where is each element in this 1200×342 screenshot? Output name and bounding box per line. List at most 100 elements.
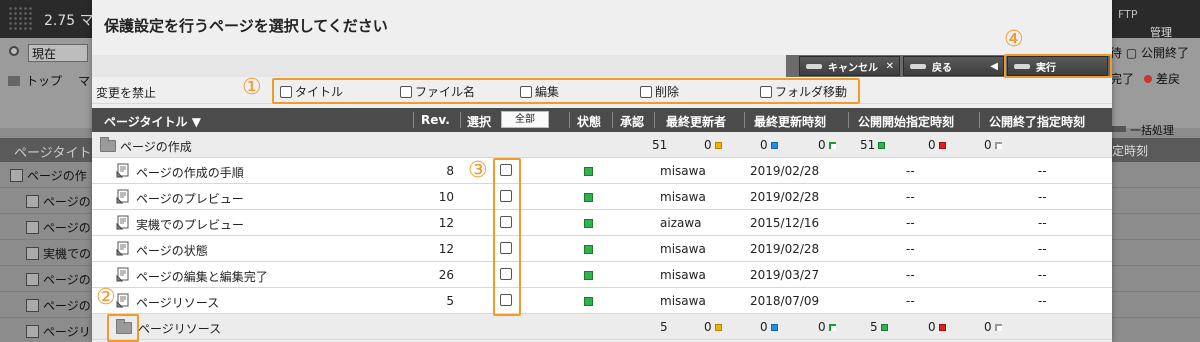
bg-row-label: ページの (26, 271, 91, 288)
bg-column-label: 定時刻 (1112, 144, 1149, 158)
bg-row-text: ページの (43, 273, 91, 287)
annotation-2: ② (96, 285, 116, 310)
button-bar-icon (910, 63, 926, 69)
count-green-corner: 0 (818, 320, 836, 334)
page-pub-start: -- (906, 268, 915, 282)
protection-settings-dialog: 保護設定を行うページを選択してください キャンセル ✕ 戻る ◀ 実行 変更を禁… (92, 0, 1112, 342)
table-row[interactable]: ページリソース 5 misawa 2018/07/09 -- -- (92, 288, 1112, 314)
annotation-box-folder (107, 314, 139, 342)
count-wait: 0 (704, 320, 722, 334)
page-title[interactable]: 実機でのプレビュー (136, 216, 244, 233)
col-rev: Rev. (421, 113, 450, 127)
status-yellow-icon (714, 324, 722, 331)
annotation-3: ③ (468, 158, 488, 183)
bg-row-text: 実機での (43, 247, 92, 261)
bg-right-status-2: 完了 差戻 (1110, 70, 1180, 87)
count-value: 0 (704, 138, 712, 152)
bg-row-text: ページの (43, 195, 91, 209)
page-icon (116, 163, 131, 178)
bg-grid-header-label: ページタイト (14, 146, 92, 161)
page-title[interactable]: ページのプレビュー (136, 190, 244, 207)
folder-name: ページリソース (138, 322, 222, 336)
count-value: 0 (984, 138, 992, 152)
status-green-icon (584, 167, 593, 176)
page-pub-start: -- (906, 242, 915, 256)
status-corner-icon (828, 324, 836, 331)
col-title[interactable]: ページタイトル ▼ (104, 113, 201, 130)
bg-breadcrumb-top: トップ (8, 72, 62, 89)
cancel-button[interactable]: キャンセル ✕ (799, 56, 900, 76)
page-icon (26, 273, 39, 286)
count-value: 0 (818, 138, 826, 152)
annotation-box-select (493, 158, 521, 316)
back-arrow-icon: ◀ (990, 60, 998, 72)
folder-row[interactable]: ページリソース 5 0 0 0 5 0 0 (92, 314, 1112, 340)
page-pub-start: -- (906, 190, 915, 204)
bg-breadcrumb-m: マ (78, 74, 91, 88)
page-updated: 2019/02/28 (750, 242, 820, 256)
select-all-button[interactable]: 全部 (501, 111, 549, 128)
table-row[interactable]: ページの編集と編集完了 26 misawa 2019/03/27 -- -- (92, 262, 1112, 288)
page-title[interactable]: ページリソース (136, 294, 219, 311)
table-header: ページタイトル ▼ Rev. 選択 全部 状態 承認 最終更新者 最終更新時刻 … (92, 108, 1112, 132)
table-row[interactable]: ページの状態 12 misawa 2019/02/28 -- -- (92, 236, 1112, 262)
col-pub-end: 公開終了指定時刻 (989, 115, 1086, 129)
page-icon (26, 247, 39, 260)
count-blue: 0 (760, 320, 778, 334)
bg-row-label: ページの (26, 297, 91, 314)
page-updated: 2019/03/27 (750, 268, 820, 282)
red-dot-icon (1144, 75, 1153, 83)
page-updated: 2018/07/09 (750, 294, 820, 308)
page-icon (26, 325, 39, 338)
page-title[interactable]: ページの状態 (136, 242, 208, 259)
table-row[interactable]: ページのプレビュー 10 misawa 2019/02/28 -- -- (92, 184, 1112, 210)
count-wait: 0 (704, 138, 722, 152)
count-gray: 0 (984, 138, 1002, 152)
page-updated: 2019/02/28 (750, 190, 820, 204)
bg-version: 2.75 マ (44, 13, 94, 29)
col-state: 状態 (577, 115, 602, 129)
page-icon (116, 215, 131, 230)
back-label: 戻る (932, 62, 952, 74)
col-pub-start: 公開開始指定時刻 (858, 115, 955, 129)
table-row[interactable]: 実機でのプレビュー 12 aizawa 2015/12/16 -- -- (92, 210, 1112, 236)
folder-name: ページの作成 (120, 140, 192, 154)
bg-select: 現在 (28, 44, 88, 62)
count-red: 0 (928, 138, 946, 152)
count-value: 0 (760, 320, 768, 334)
count-value: 5 (870, 320, 878, 334)
page-updated: 2019/02/28 (750, 164, 820, 178)
page-title[interactable]: ページの編集と編集完了 (136, 268, 268, 285)
status-corner-icon (828, 142, 836, 149)
bg-row-text: ページリ (43, 325, 91, 339)
folder-total: 51 (652, 138, 668, 152)
page-pub-end: -- (1038, 216, 1047, 230)
bg-r2-a: 完了 (1110, 72, 1135, 86)
bg-row-label: ページの (26, 219, 91, 236)
count-value: 0 (984, 320, 992, 334)
page-pub-start: -- (906, 294, 915, 308)
col-separator (413, 112, 414, 128)
count-value: 0 (704, 320, 712, 334)
back-button[interactable]: 戻る ◀ (903, 56, 1004, 76)
page-pub-start: -- (906, 164, 915, 178)
page-updater: misawa (660, 190, 706, 204)
page-updated: 2015/12/16 (750, 216, 820, 230)
bg-r2-b: 差戻 (1156, 72, 1181, 86)
bg-row-label: ページの (26, 193, 91, 210)
status-green-icon (584, 245, 593, 254)
count-value: 51 (860, 138, 876, 152)
table-row[interactable]: ページの作成の手順 8 misawa 2019/02/28 -- -- (92, 158, 1112, 184)
status-red-icon (938, 142, 946, 149)
status-gray-icon (994, 324, 1002, 331)
count-green-corner: 0 (818, 138, 836, 152)
folder-icon (100, 137, 116, 152)
col-updater: 最終更新者 (666, 115, 727, 129)
col-separator (979, 112, 980, 128)
page-title[interactable]: ページの作成の手順 (136, 164, 244, 181)
bg-radio-icon (9, 46, 19, 56)
bg-row-text: ページの (43, 299, 91, 313)
annotation-box-prohibit (272, 78, 860, 104)
count-gray: 0 (984, 320, 1002, 334)
page-icon (26, 221, 39, 234)
